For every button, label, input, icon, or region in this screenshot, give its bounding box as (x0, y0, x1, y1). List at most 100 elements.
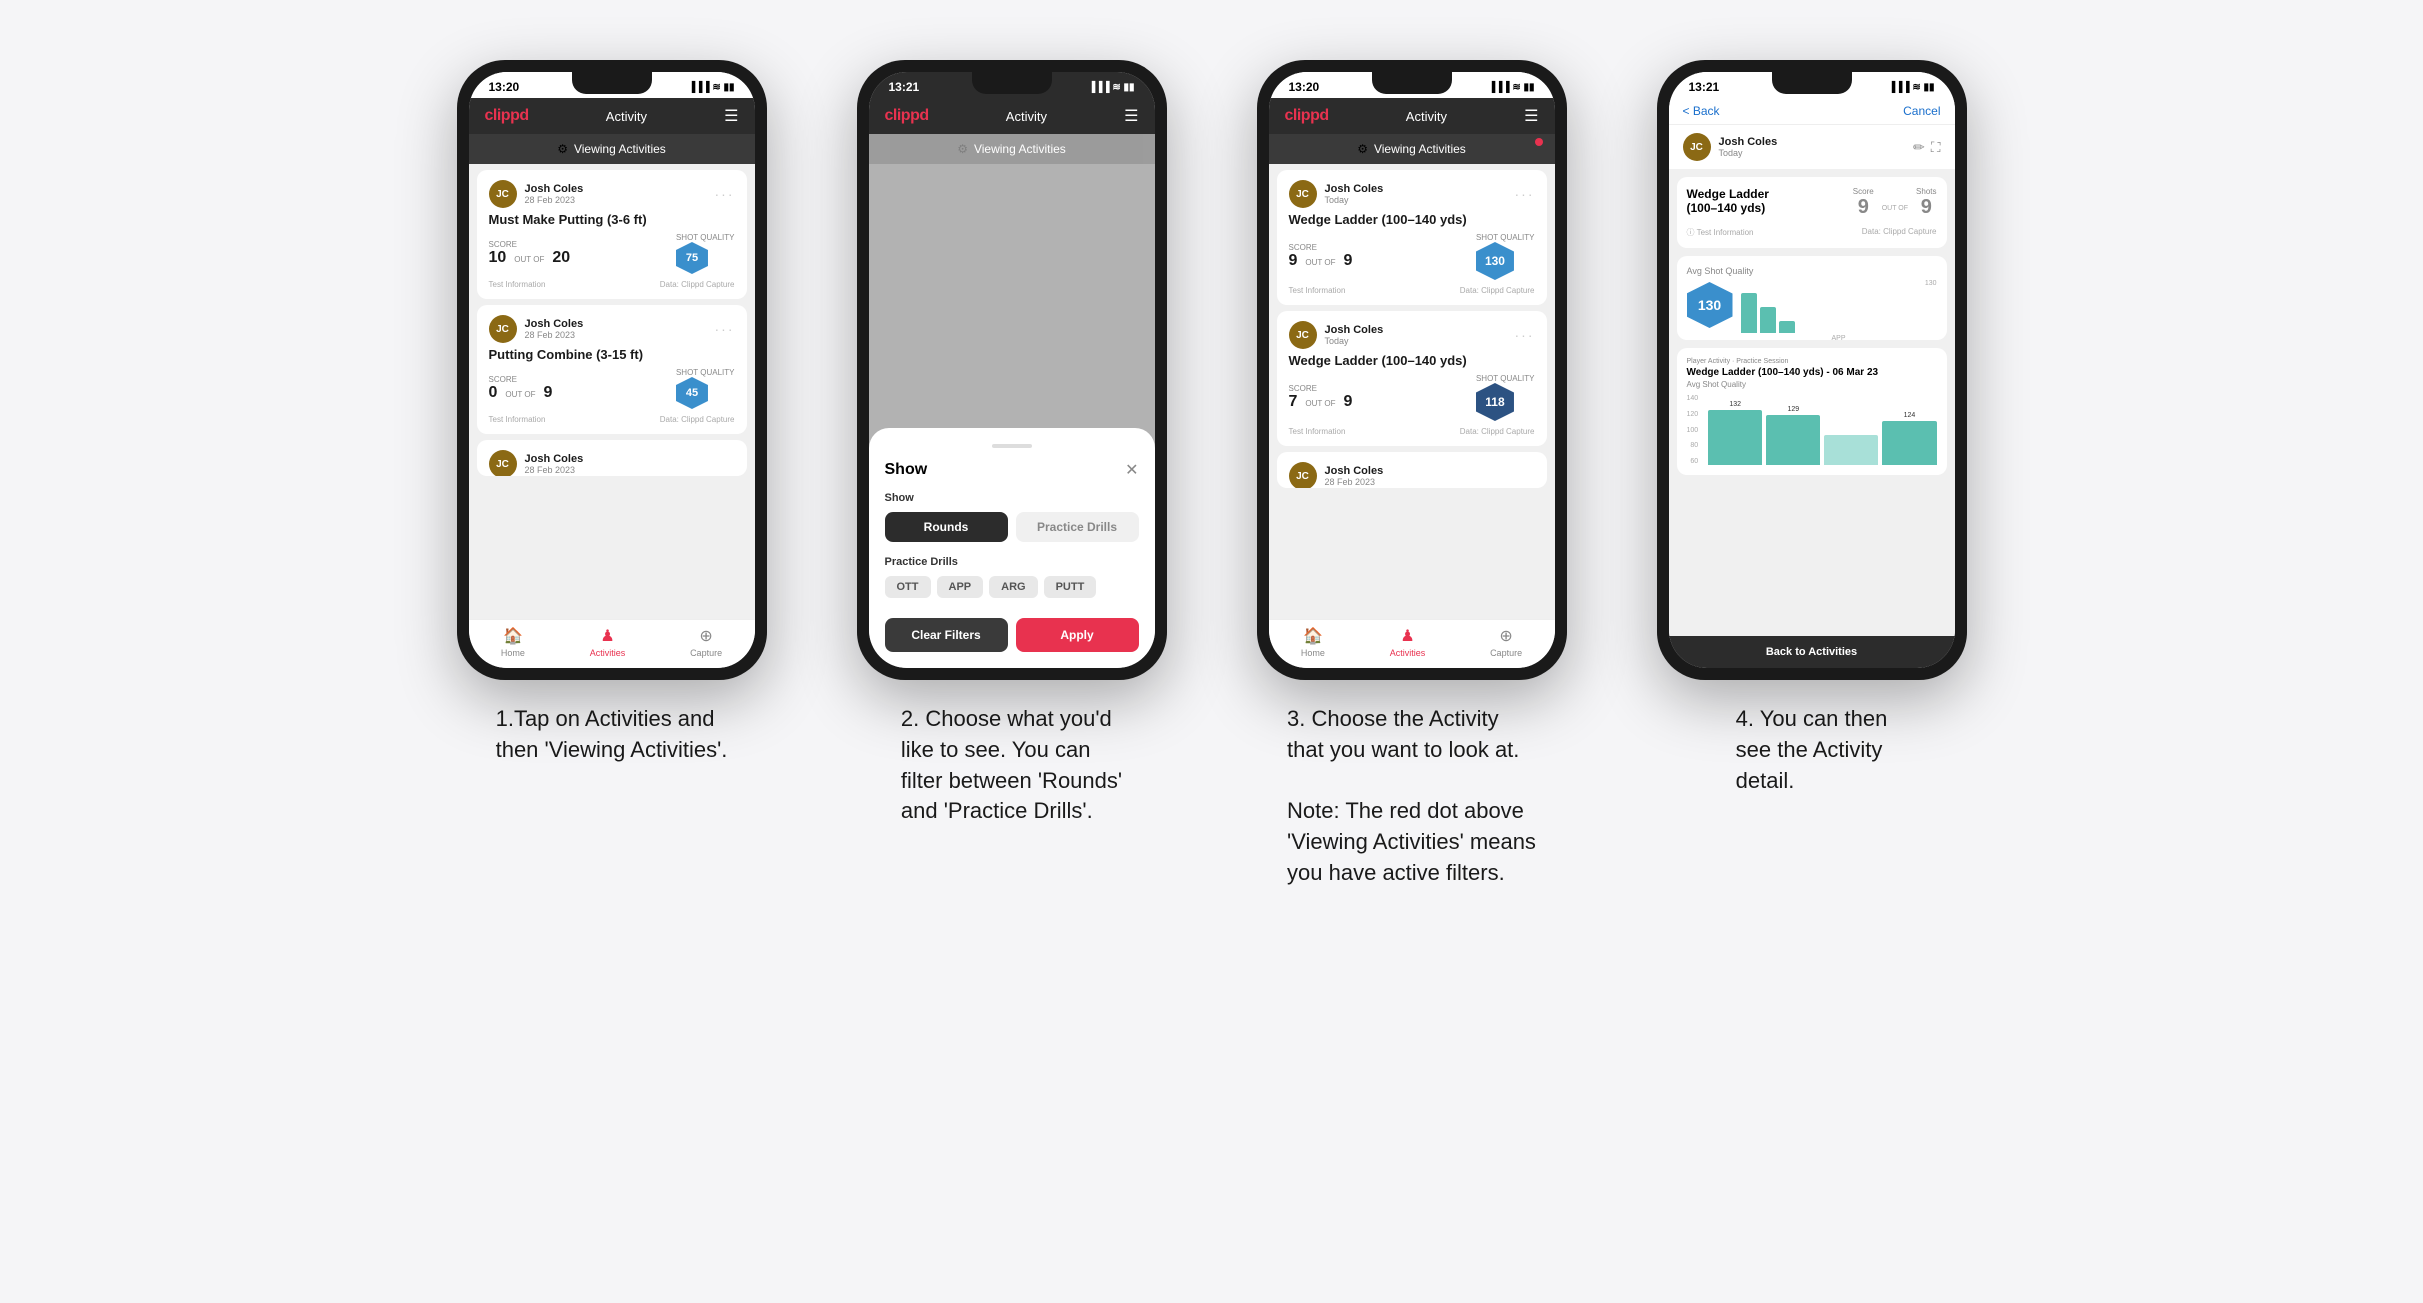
practice-toggle[interactable]: Practice Drills (1016, 512, 1139, 542)
card-stats-1-2: Score 0 OUT OF 9 Shot Quality 45 (489, 368, 735, 409)
rounds-toggle[interactable]: Rounds (885, 512, 1008, 542)
back-activities-button[interactable]: Back to Activities (1669, 636, 1955, 668)
bar-group-2: 129 (1766, 406, 1820, 465)
filter-chips-2: OTT APP ARG PUTT (885, 576, 1139, 598)
bottom-nav-home-3[interactable]: 🏠 Home (1301, 626, 1325, 658)
bottom-nav-home-1[interactable]: 🏠 Home (501, 626, 525, 658)
card-title-1-1: Must Make Putting (3-6 ft) (489, 212, 735, 227)
modal-close-2[interactable]: ✕ (1125, 460, 1138, 480)
user-info-1-1: Josh Coles 28 Feb 2023 (525, 183, 584, 205)
card-title-3-2: Wedge Ladder (100–140 yds) (1289, 353, 1535, 368)
nav-bar-2: clippd Activity ☰ (869, 98, 1155, 134)
nav-title-3: Activity (1406, 109, 1447, 124)
detail-score: 9 (1853, 196, 1874, 219)
practice-session-label: Player Activity · Practice Session (1687, 358, 1937, 365)
shot-quality-hex-1-2: 45 (676, 377, 708, 409)
card-user-3-1: JC Josh Coles Today (1289, 180, 1384, 208)
user-info-3-3: Josh Coles 28 Feb 2023 (1325, 465, 1384, 487)
bar-chart-container: 132 129 (1708, 395, 1936, 465)
activity-card-1-3[interactable]: JC Josh Coles 28 Feb 2023 (477, 440, 747, 476)
nav-logo-3: clippd (1285, 107, 1329, 125)
chip-arg[interactable]: ARG (989, 576, 1037, 598)
nav-menu-2[interactable]: ☰ (1124, 106, 1138, 126)
activity-list-3: JC Josh Coles Today ··· Wedge Ladder (10… (1269, 164, 1555, 619)
back-button[interactable]: < Back (1683, 104, 1720, 118)
detail-body-4: Wedge Ladder(100–140 yds) Score 9 OUT OF… (1669, 169, 1955, 636)
modal-title-2: Show (885, 461, 928, 479)
card-dots-3-2[interactable]: ··· (1515, 327, 1535, 343)
modal-handle-2 (992, 444, 1032, 448)
card-user-1-2: JC Josh Coles 28 Feb 2023 (489, 315, 584, 343)
bottom-nav-activities-1[interactable]: ♟ Activities (590, 626, 626, 658)
chip-putt[interactable]: PUTT (1044, 576, 1097, 598)
phone-frame-2: 13:21 ▐▐▐ ≋ ▮▮ clippd Activity ☰ ⚙ Viewi… (857, 60, 1167, 680)
viewing-banner-2: ⚙ Viewing Activities (869, 134, 1155, 164)
detail-username: Josh Coles (1719, 136, 1778, 148)
toggle-row-2: Rounds Practice Drills (885, 512, 1139, 542)
activity-card-1-2[interactable]: JC Josh Coles 28 Feb 2023 ··· Putting Co… (477, 305, 747, 434)
card-dots-1-1[interactable]: ··· (715, 186, 735, 202)
detail-outof: OUT OF (1882, 187, 1908, 219)
nav-title-2: Activity (1006, 109, 1047, 124)
modal-actions-2: Clear Filters Apply (885, 618, 1139, 652)
edit-icon[interactable]: ✏ (1913, 139, 1925, 156)
bar-chart-title: Wedge Ladder (100–140 yds) - 06 Mar 23 (1687, 367, 1937, 378)
card-title-3-1: Wedge Ladder (100–140 yds) (1289, 212, 1535, 227)
nav-menu-1[interactable]: ☰ (724, 106, 738, 126)
notch-2 (972, 72, 1052, 94)
viewing-banner-1[interactable]: ⚙ Viewing Activities (469, 134, 755, 164)
nav-logo-1: clippd (485, 107, 529, 125)
user-info-3-2: Josh Coles Today (1325, 324, 1384, 346)
nav-menu-3[interactable]: ☰ (1524, 106, 1538, 126)
card-dots-1-2[interactable]: ··· (715, 321, 735, 337)
chip-app[interactable]: APP (937, 576, 984, 598)
phone-screen-3: 13:20 ▐▐▐ ≋ ▮▮ clippd Activity ☰ ⚙ Viewi… (1269, 72, 1555, 668)
status-time-1: 13:20 (489, 80, 520, 94)
activity-card-3-1[interactable]: JC Josh Coles Today ··· Wedge Ladder (10… (1277, 170, 1547, 305)
status-time-2: 13:21 (889, 80, 920, 94)
card-footer-3-2: Test Information Data: Clippd Capture (1289, 427, 1535, 436)
activity-card-3-3[interactable]: JC Josh Coles 28 Feb 2023 (1277, 452, 1547, 488)
expand-icon[interactable]: ⛶ (1931, 139, 1941, 156)
caption-3: 3. Choose the Activitythat you want to l… (1287, 704, 1536, 889)
mini-bar-chart (1741, 289, 1937, 333)
bar-group-1: 132 (1708, 401, 1762, 465)
cancel-button[interactable]: Cancel (1903, 104, 1940, 118)
phone-section-2: 13:21 ▐▐▐ ≋ ▮▮ clippd Activity ☰ ⚙ Viewi… (842, 60, 1182, 827)
avatar-3-1: JC (1289, 180, 1317, 208)
nav-bar-3: clippd Activity ☰ (1269, 98, 1555, 134)
avatar-1-3: JC (489, 450, 517, 476)
shot-quality-hex-3-1: 130 (1476, 242, 1514, 280)
detail-user-row-4: JC Josh Coles Today ✏ ⛶ (1669, 125, 1955, 169)
apply-button[interactable]: Apply (1016, 618, 1139, 652)
shot-quality-hex-3-2: 118 (1476, 383, 1514, 421)
viewing-banner-3[interactable]: ⚙ Viewing Activities (1269, 134, 1555, 164)
card-stats-3-2: Score 7 OUT OF 9 Shot Quality 118 (1289, 374, 1535, 421)
avg-sq-hexagon: 130 (1687, 282, 1733, 328)
nav-title-1: Activity (606, 109, 647, 124)
card-user-1-3: JC Josh Coles 28 Feb 2023 (489, 450, 584, 476)
activity-card-1-1[interactable]: JC Josh Coles 28 Feb 2023 ··· Must Make … (477, 170, 747, 299)
bottom-nav-activities-3[interactable]: ♟ Activities (1390, 626, 1426, 658)
bar-chart-subtitle: Avg Shot Quality (1687, 380, 1937, 389)
red-dot-3 (1535, 138, 1543, 146)
caption-1: 1.Tap on Activities andthen 'Viewing Act… (496, 704, 728, 766)
detail-test-info: ⓘ Test Information Data: Clippd Capture (1687, 227, 1937, 238)
notch-3 (1372, 72, 1452, 94)
chip-ott[interactable]: OTT (885, 576, 931, 598)
phone-section-1: 13:20 ▐▐▐ ≋ ▮▮ clippd Activity ☰ ⚙ Viewi… (442, 60, 782, 766)
modal-header-2: Show ✕ (885, 460, 1139, 480)
activity-card-3-2[interactable]: JC Josh Coles Today ··· Wedge Ladder (10… (1277, 311, 1547, 446)
clear-filters-button[interactable]: Clear Filters (885, 618, 1008, 652)
card-dots-3-1[interactable]: ··· (1515, 186, 1535, 202)
nav-logo-2: clippd (885, 107, 929, 125)
activity-list-1: JC Josh Coles 28 Feb 2023 ··· Must Make … (469, 164, 755, 619)
card-title-1-2: Putting Combine (3-15 ft) (489, 347, 735, 362)
detail-score-card: Wedge Ladder(100–140 yds) Score 9 OUT OF… (1677, 177, 1947, 248)
bottom-nav-capture-1[interactable]: ⊕ Capture (690, 626, 722, 658)
phone-section-4: 13:21 ▐▐▐ ≋ ▮▮ < Back Cancel JC Josh Col… (1642, 60, 1982, 796)
card-stats-1-1: Score 10 OUT OF 20 Shot Quality 75 (489, 233, 735, 274)
bottom-nav-capture-3[interactable]: ⊕ Capture (1490, 626, 1522, 658)
bar-group-3 (1824, 433, 1878, 465)
bottom-nav-1: 🏠 Home ♟ Activities ⊕ Capture (469, 619, 755, 668)
